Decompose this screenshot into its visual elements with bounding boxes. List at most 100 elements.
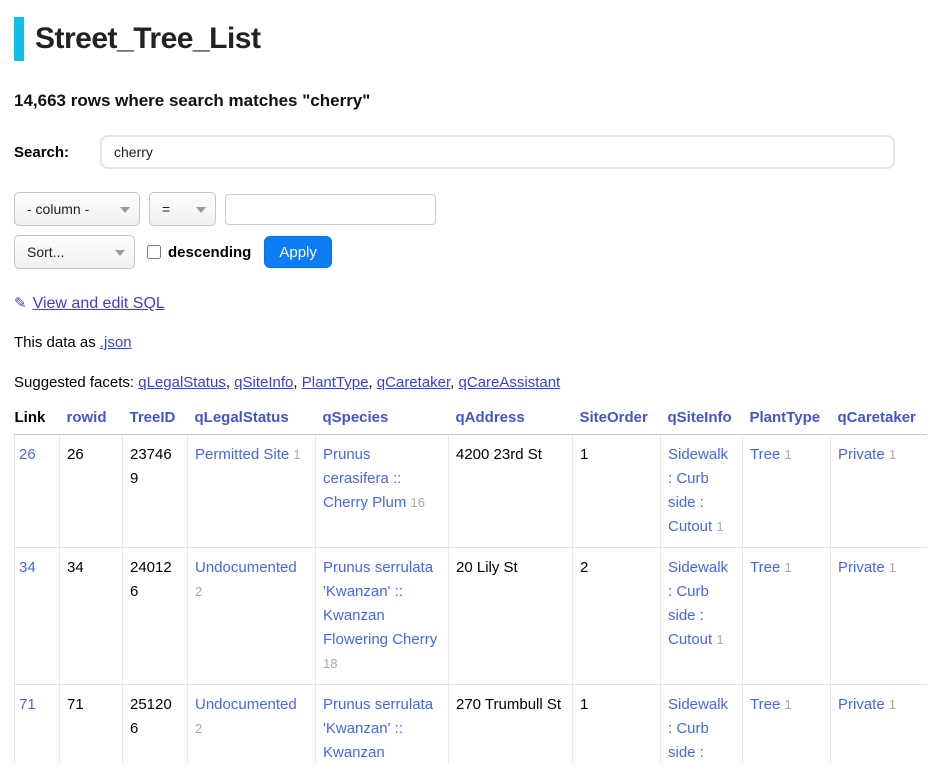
table-cell: 237469 bbox=[123, 435, 188, 548]
facet-link-qCaretaker[interactable]: qCaretaker bbox=[377, 374, 450, 391]
cell-text: 1 bbox=[580, 446, 588, 463]
sort-select-value: Sort... bbox=[27, 244, 64, 260]
descending-label: descending bbox=[168, 244, 251, 261]
cell-text: 270 Trumbull St bbox=[456, 696, 561, 713]
column-header-link-SiteOrder[interactable]: SiteOrder bbox=[580, 409, 648, 426]
cell-text: 71 bbox=[67, 696, 84, 713]
facet-count: 18 bbox=[323, 656, 337, 671]
cell-text: 2 bbox=[580, 559, 588, 576]
table-cell: Undocumented 2 bbox=[188, 685, 316, 764]
filter-value-input[interactable] bbox=[225, 194, 436, 225]
row-count-summary: 14,663 rows where search matches "cherry… bbox=[14, 91, 926, 111]
table-cell: Prunus serrulata 'Kwanzan' :: Kwanzan Fl… bbox=[316, 685, 449, 764]
column-header-link-qCaretaker[interactable]: qCaretaker bbox=[838, 409, 916, 426]
facet-count: 1 bbox=[889, 697, 896, 712]
cell-link[interactable]: Private bbox=[838, 559, 885, 576]
facet-count: 1 bbox=[716, 519, 723, 534]
cell-link[interactable]: Private bbox=[838, 446, 885, 463]
filter-operator-select[interactable]: = bbox=[149, 192, 216, 226]
facets-prefix: Suggested facets: bbox=[14, 374, 138, 391]
page-header: Street_Tree_List bbox=[14, 17, 926, 61]
cell-link[interactable]: Sidewalk: Curb side : Cutout bbox=[668, 696, 728, 764]
facet-count: 1 bbox=[293, 447, 300, 462]
filter-column-select[interactable]: - column - bbox=[14, 192, 140, 226]
sort-select[interactable]: Sort... bbox=[14, 235, 135, 269]
cell-text: 237469 bbox=[130, 446, 172, 487]
table-cell: Prunus serrulata 'Kwanzan' :: Kwanzan Fl… bbox=[316, 548, 449, 685]
json-export-link[interactable]: .json bbox=[100, 334, 132, 351]
pencil-icon: ✎ bbox=[14, 295, 27, 312]
chevron-down-icon bbox=[196, 207, 206, 213]
facet-count: 2 bbox=[195, 721, 202, 736]
cell-link[interactable]: 71 bbox=[19, 696, 36, 713]
facet-count: 16 bbox=[411, 495, 425, 510]
table-row: 2626237469Permitted Site 1Prunus cerasif… bbox=[15, 435, 927, 548]
cell-link[interactable]: Undocumented bbox=[195, 696, 297, 713]
facet-count: 1 bbox=[889, 560, 896, 575]
cell-link[interactable]: Tree bbox=[750, 559, 780, 576]
column-header-Link: Link bbox=[15, 405, 60, 435]
results-table: Link rowid TreeID qLegalStatus qSpecies qAddr… bbox=[14, 405, 927, 764]
cell-link[interactable]: Prunus cerasifera :: Cherry Plum bbox=[323, 446, 406, 511]
data-as-prefix: This data as bbox=[14, 334, 100, 351]
table-cell: 1 bbox=[573, 435, 661, 548]
facet-count: 2 bbox=[195, 584, 202, 599]
column-header-qSpecies: qSpecies bbox=[316, 405, 449, 435]
table-row: 7171251206Undocumented 2Prunus serrulata… bbox=[15, 685, 927, 764]
apply-button[interactable]: Apply bbox=[264, 236, 332, 268]
table-cell: Private 1 bbox=[831, 548, 927, 685]
facet-count: 1 bbox=[784, 447, 791, 462]
column-header-link-PlantType[interactable]: PlantType bbox=[750, 409, 821, 426]
search-input[interactable] bbox=[100, 135, 895, 169]
descending-checkbox[interactable] bbox=[147, 245, 161, 259]
facet-link-qLegalStatus[interactable]: qLegalStatus bbox=[138, 374, 226, 391]
facet-count: 1 bbox=[784, 560, 791, 575]
table-cell: 71 bbox=[60, 685, 123, 764]
table-cell: 26 bbox=[15, 435, 60, 548]
cell-link[interactable]: 34 bbox=[19, 559, 36, 576]
cell-text: 34 bbox=[67, 559, 84, 576]
table-cell: 71 bbox=[15, 685, 60, 764]
cell-link[interactable]: Tree bbox=[750, 696, 780, 713]
column-header-link-rowid[interactable]: rowid bbox=[67, 409, 107, 426]
column-header-link-qSpecies[interactable]: qSpecies bbox=[323, 409, 389, 426]
cell-link[interactable]: Prunus serrulata 'Kwanzan' :: Kwanzan Fl… bbox=[323, 559, 437, 648]
cell-link[interactable]: Undocumented bbox=[195, 559, 297, 576]
column-header-qAddress: qAddress bbox=[449, 405, 573, 435]
sql-link-row: ✎ View and edit SQL bbox=[14, 294, 926, 313]
table-cell: 251206 bbox=[123, 685, 188, 764]
table-cell: Tree 1 bbox=[743, 548, 831, 685]
cell-text: 4200 23rd St bbox=[456, 446, 542, 463]
table-cell: 2 bbox=[573, 548, 661, 685]
table-cell: 34 bbox=[60, 548, 123, 685]
facet-link-qSiteInfo[interactable]: qSiteInfo bbox=[234, 374, 293, 391]
cell-text: 1 bbox=[580, 696, 588, 713]
facet-link-PlantType[interactable]: PlantType bbox=[302, 374, 369, 391]
cell-link[interactable]: Tree bbox=[750, 446, 780, 463]
page-title: Street_Tree_List bbox=[35, 22, 260, 56]
cell-text: 20 Lily St bbox=[456, 559, 518, 576]
accent-bar bbox=[14, 17, 24, 61]
table-cell: 1 bbox=[573, 685, 661, 764]
table-cell: Permitted Site 1 bbox=[188, 435, 316, 548]
cell-link[interactable]: Prunus serrulata 'Kwanzan' :: Kwanzan Fl… bbox=[323, 696, 437, 764]
view-edit-sql-link[interactable]: View and edit SQL bbox=[33, 295, 165, 312]
column-header-link-qLegalStatus[interactable]: qLegalStatus bbox=[195, 409, 289, 426]
page: Street_Tree_List 14,663 rows where searc… bbox=[0, 0, 940, 764]
table-cell: 4200 23rd St bbox=[449, 435, 573, 548]
table-cell: 270 Trumbull St bbox=[449, 685, 573, 764]
column-header-link-qSiteInfo[interactable]: qSiteInfo bbox=[668, 409, 732, 426]
cell-link[interactable]: Private bbox=[838, 696, 885, 713]
filter-operator-select-value: = bbox=[162, 201, 170, 217]
cell-text: 26 bbox=[67, 446, 84, 463]
chevron-down-icon bbox=[120, 207, 130, 213]
column-header-qCaretaker: qCaretaker bbox=[831, 405, 927, 435]
facet-link-qCareAssistant[interactable]: qCareAssistant bbox=[459, 374, 561, 391]
table-cell: 34 bbox=[15, 548, 60, 685]
cell-link[interactable]: Permitted Site bbox=[195, 446, 289, 463]
column-header-link-qAddress[interactable]: qAddress bbox=[456, 409, 525, 426]
table-cell: Prunus cerasifera :: Cherry Plum 16 bbox=[316, 435, 449, 548]
table-cell: Sidewalk: Curb side : Cutout 1 bbox=[661, 685, 743, 764]
column-header-link-TreeID[interactable]: TreeID bbox=[130, 409, 176, 426]
cell-link[interactable]: 26 bbox=[19, 446, 36, 463]
